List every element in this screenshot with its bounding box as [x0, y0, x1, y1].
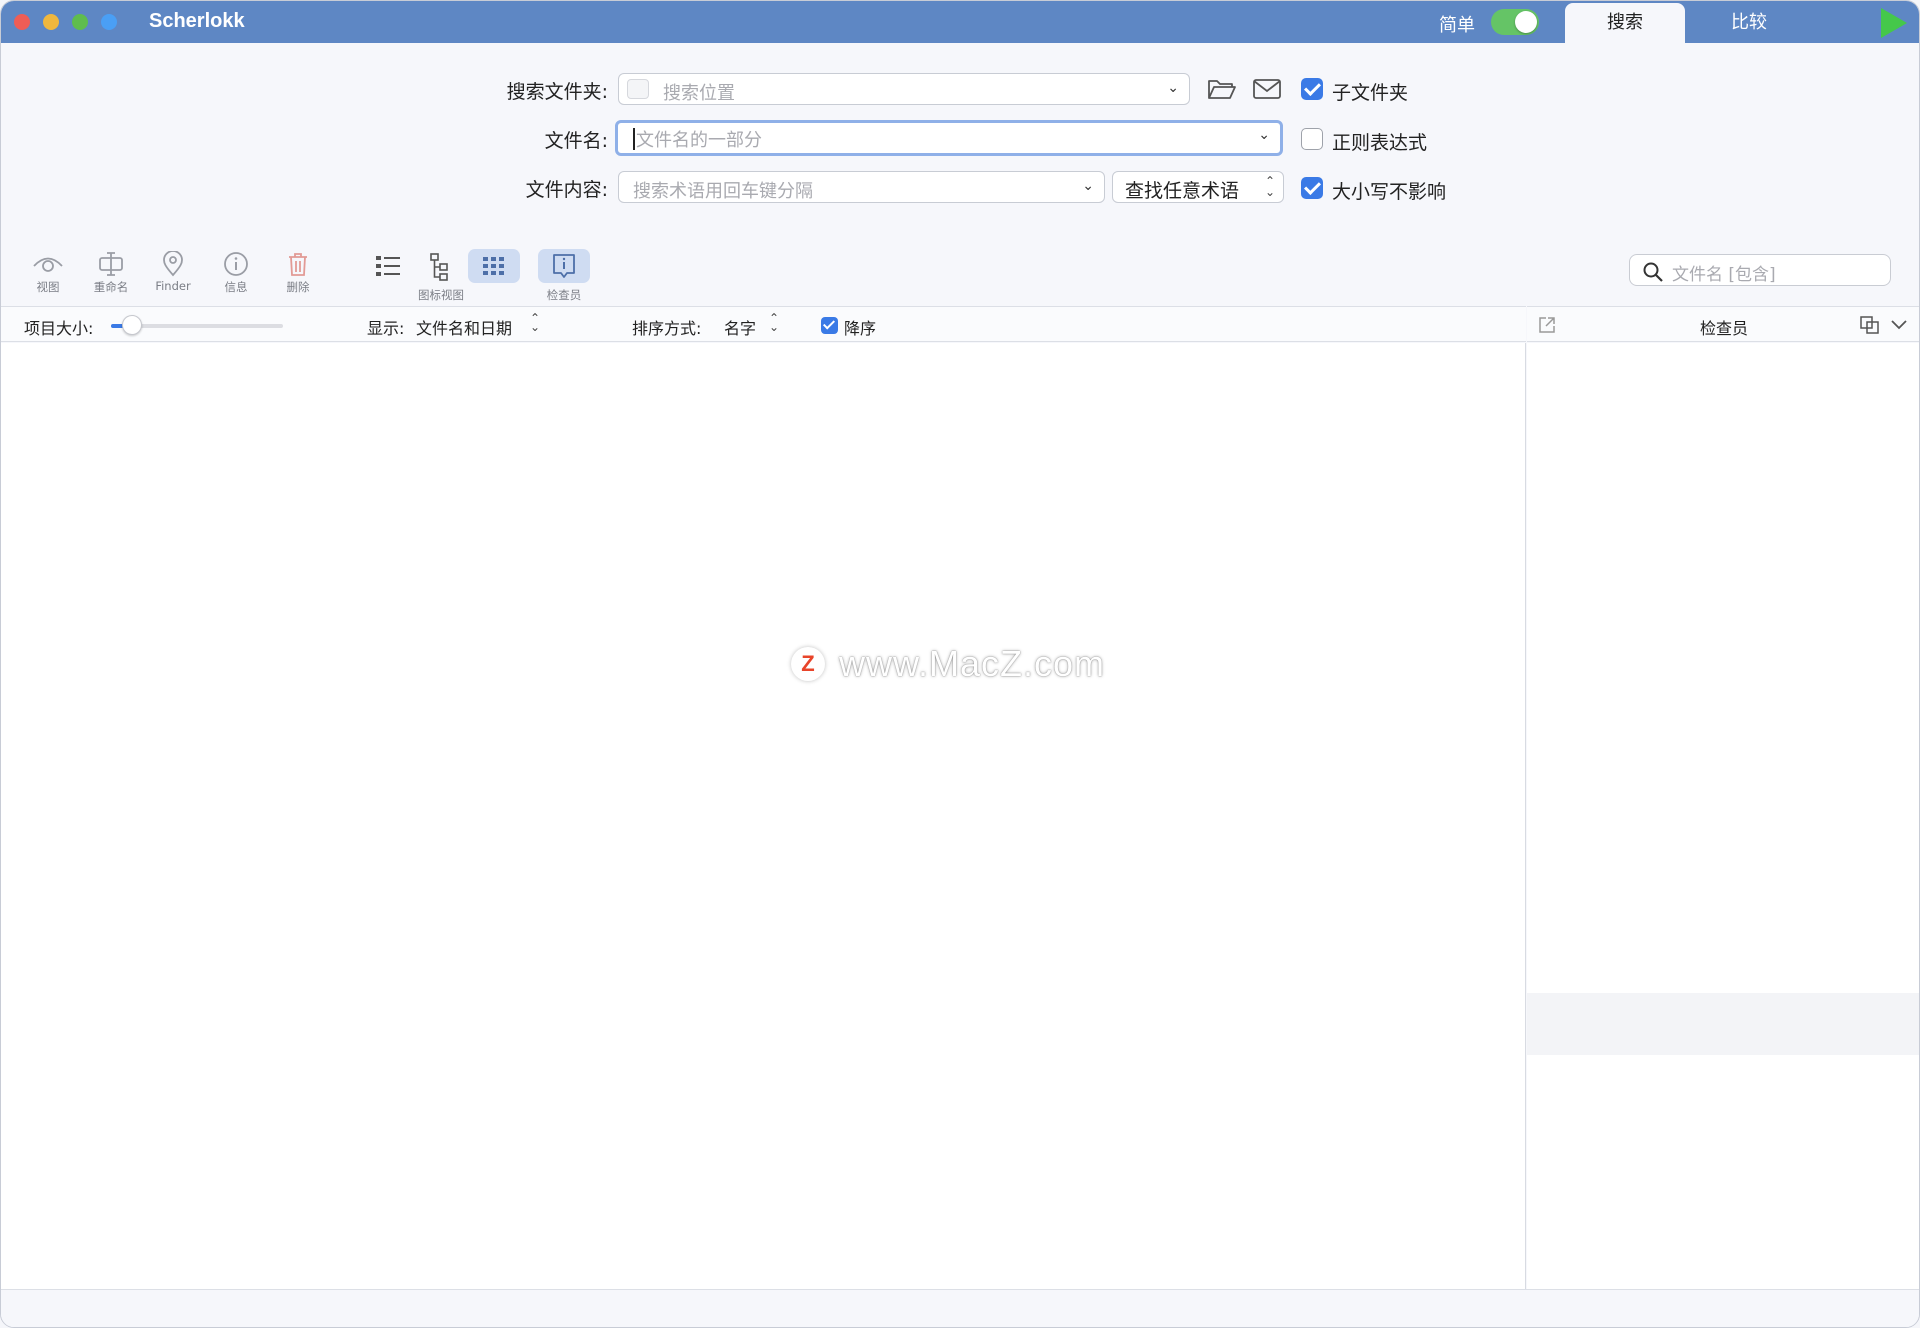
chevron-down-icon[interactable]: ⌄	[1258, 127, 1270, 143]
item-size-label: 项目大小:	[24, 319, 94, 338]
item-size-slider-knob[interactable]	[122, 315, 142, 335]
sort-select[interactable]: 名字	[724, 315, 756, 339]
extra-window-button[interactable]	[101, 14, 117, 30]
info-button[interactable]: 信息	[211, 251, 261, 295]
info-label: 信息	[224, 280, 248, 294]
inspector-label: 检查员	[546, 288, 582, 302]
results-area[interactable]	[1, 343, 1526, 1289]
mail-icon[interactable]	[1252, 78, 1282, 104]
delete-label: 删除	[286, 280, 310, 294]
inspector-toggle-button[interactable]	[538, 249, 590, 283]
search-icon	[1643, 262, 1663, 282]
content-label: 文件内容:	[525, 179, 608, 201]
search-folder-combo[interactable]: 搜索位置 ⌄	[618, 73, 1190, 105]
up-down-chevron-icon: ⌃ ⌄	[1264, 174, 1275, 199]
icon-view-label: 图标视图	[418, 288, 464, 302]
inspector-panel	[1527, 343, 1919, 1289]
trash-icon	[289, 253, 307, 276]
descending-label: 降序	[844, 319, 877, 338]
term-mode-value: 查找任意术语	[1125, 180, 1240, 202]
tab-search[interactable]: 搜索	[1565, 3, 1685, 43]
watermark-logo: Z	[791, 647, 825, 681]
rename-label: 重命名	[93, 280, 129, 294]
filename-input[interactable]: 文件名的一部分 ⌄	[615, 120, 1283, 156]
search-folder-label: 搜索文件夹:	[506, 81, 608, 103]
regex-checkbox[interactable]	[1301, 128, 1323, 150]
chevron-down-icon[interactable]: ⌄	[1082, 178, 1094, 194]
regex-label: 正则表达式	[1332, 132, 1428, 154]
display-label: 显示:	[367, 319, 405, 338]
info-icon	[224, 252, 248, 276]
app-window: Scherlokk 简单 搜索 比较 搜索文件夹: 搜索位置 ⌄ 子文件夹 文件…	[0, 0, 1920, 1328]
rename-button[interactable]: 重命名	[86, 251, 136, 295]
copy-icon[interactable]	[1859, 315, 1881, 335]
location-pin-icon	[163, 251, 183, 277]
filename-placeholder: 文件名的一部分	[636, 130, 762, 151]
watermark-text: www.MacZ.com	[839, 643, 1106, 684]
rename-icon	[99, 252, 123, 276]
up-down-chevron-icon[interactable]: ⌃ ⌄	[769, 312, 779, 333]
inspector-header: 检查员	[1527, 306, 1919, 342]
icon-view-button[interactable]	[468, 249, 520, 283]
view-button[interactable]: 视图	[23, 251, 73, 295]
watermark: Z www.MacZ.com	[791, 643, 1105, 685]
finder-label: Finder	[155, 279, 191, 293]
subfolders-label: 子文件夹	[1332, 82, 1409, 104]
open-folder-icon[interactable]	[1207, 77, 1237, 103]
inspector-icon	[553, 254, 575, 278]
finder-button[interactable]: Finder	[148, 251, 198, 293]
search-folder-placeholder: 搜索位置	[663, 83, 735, 104]
filename-filter-search[interactable]: 文件名 [包含]	[1629, 254, 1891, 286]
inspector-separator	[1527, 993, 1919, 1055]
case-insensitive-label: 大小写不影响	[1332, 181, 1447, 203]
sort-label: 排序方式:	[632, 319, 702, 338]
tab-compare[interactable]: 比较	[1689, 3, 1809, 43]
up-down-chevron-icon[interactable]: ⌃ ⌄	[530, 312, 540, 333]
case-insensitive-checkbox[interactable]	[1301, 177, 1323, 199]
grid-icon	[483, 257, 504, 275]
title-bar: Scherlokk 简单 搜索 比较	[1, 1, 1919, 43]
chevron-down-icon[interactable]: ⌄	[1167, 80, 1179, 96]
close-window-button[interactable]	[14, 14, 30, 30]
folder-placeholder-icon	[627, 79, 649, 99]
term-mode-select[interactable]: 查找任意术语 ⌃ ⌄	[1112, 171, 1284, 203]
simple-mode-label: 简单	[1439, 15, 1475, 36]
toggle-knob	[1515, 11, 1537, 33]
run-search-play-icon[interactable]	[1881, 8, 1907, 38]
display-select[interactable]: 文件名和日期	[416, 315, 512, 339]
content-terms-input[interactable]: 搜索术语用回车键分隔 ⌄	[618, 171, 1105, 203]
filename-label: 文件名:	[544, 130, 608, 152]
tree-view-button[interactable]	[415, 249, 467, 283]
app-title: Scherlokk	[149, 10, 245, 32]
tree-view-icon	[430, 253, 448, 281]
filename-filter-placeholder: 文件名 [包含]	[1672, 265, 1776, 285]
zoom-window-button[interactable]	[72, 14, 88, 30]
view-label: 视图	[36, 280, 60, 294]
options-bar: 项目大小: 显示: 文件名和日期 ⌃ ⌄ 排序方式: 名字 ⌃ ⌄ 降序	[1, 306, 1526, 342]
list-view-icon	[376, 256, 400, 276]
minimize-window-button[interactable]	[43, 14, 59, 30]
list-view-button[interactable]	[362, 249, 414, 283]
simple-mode-toggle[interactable]	[1491, 9, 1539, 35]
text-cursor	[633, 128, 635, 150]
eye-icon	[33, 257, 63, 272]
status-bar	[1, 1289, 1919, 1327]
subfolders-checkbox[interactable]	[1301, 78, 1323, 100]
content-placeholder: 搜索术语用回车键分隔	[633, 181, 813, 202]
chevron-down-icon[interactable]	[1889, 317, 1909, 333]
descending-checkbox[interactable]	[821, 317, 838, 334]
delete-button[interactable]: 删除	[273, 251, 323, 295]
